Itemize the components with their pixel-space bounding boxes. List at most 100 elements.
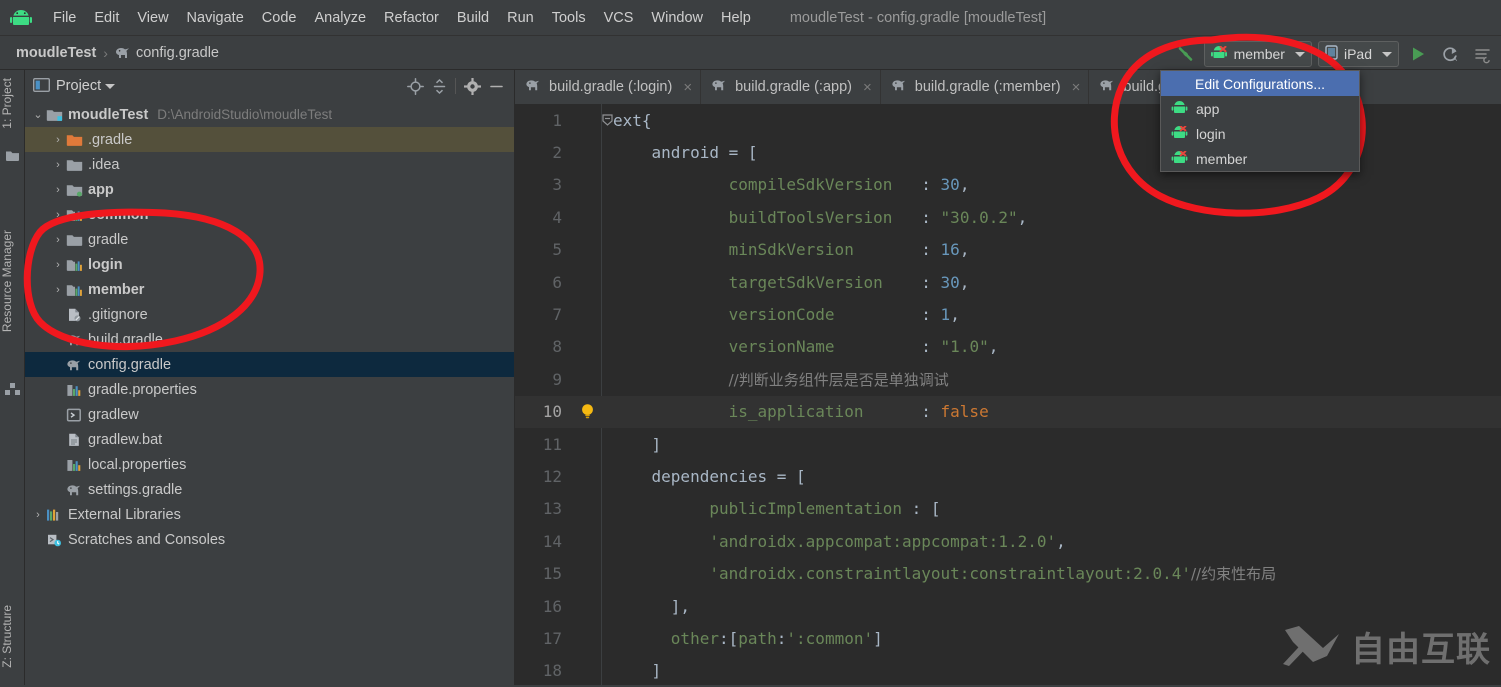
expand-arrow-icon[interactable]: › bbox=[51, 284, 65, 296]
chevron-down-icon[interactable] bbox=[1295, 52, 1305, 57]
expand-arrow-icon[interactable]: › bbox=[51, 259, 65, 271]
code-line[interactable]: 4 buildToolsVersion : "30.0.2", bbox=[515, 201, 1501, 233]
menu-item-edit[interactable]: Edit bbox=[85, 6, 128, 30]
locate-icon[interactable] bbox=[403, 74, 427, 98]
tree-row--gradle[interactable]: ›.gradle bbox=[25, 127, 514, 152]
code-line-text: is_application : false bbox=[613, 402, 989, 421]
intention-bulb-icon[interactable] bbox=[573, 403, 601, 420]
code-line-text: 'androidx.constraintlayout:constraintlay… bbox=[613, 563, 1276, 584]
editor-tab[interactable]: build.gradle (:login)× bbox=[515, 70, 701, 104]
close-icon[interactable]: × bbox=[1072, 79, 1081, 96]
tree-row-gradlew-bat[interactable]: gradlew.bat bbox=[25, 427, 514, 452]
menu-item-analyze[interactable]: Analyze bbox=[305, 6, 375, 30]
tool-button-structure[interactable]: Z: Structure bbox=[0, 605, 25, 668]
line-number: 6 bbox=[515, 273, 573, 292]
menu-item-edit-configurations[interactable]: Edit Configurations... bbox=[1161, 71, 1359, 96]
code-line[interactable]: 14 'androidx.appcompat:appcompat:1.2.0', bbox=[515, 525, 1501, 557]
line-number: 16 bbox=[515, 597, 573, 616]
code-editor[interactable]: 1ext{2 android = [3 compileSdkVersion : … bbox=[515, 104, 1501, 685]
tree-row-gradlew[interactable]: gradlew bbox=[25, 402, 514, 427]
minimize-icon[interactable] bbox=[484, 74, 508, 98]
menu-item-member[interactable]: member bbox=[1161, 146, 1359, 171]
collapse-all-icon[interactable] bbox=[427, 74, 451, 98]
tool-button-resource-manager[interactable]: Resource Manager bbox=[0, 230, 25, 332]
chevron-down-icon[interactable] bbox=[105, 84, 115, 89]
module-lib-icon bbox=[65, 208, 83, 222]
breadcrumb-file[interactable]: config.gradle bbox=[136, 45, 219, 61]
tree-row-settings-gradle[interactable]: settings.gradle bbox=[25, 477, 514, 502]
run-configuration-selector[interactable]: member bbox=[1204, 41, 1312, 67]
code-line[interactable]: 12 dependencies = [ bbox=[515, 460, 1501, 492]
menu-bar: File Edit View Navigate Code Analyze Ref… bbox=[0, 0, 1501, 36]
hammer-icon[interactable] bbox=[1172, 41, 1198, 67]
module-lib-icon bbox=[65, 258, 83, 272]
code-line[interactable]: 11 ] bbox=[515, 428, 1501, 460]
code-line[interactable]: 3 compileSdkVersion : 30, bbox=[515, 169, 1501, 201]
run-more-icon[interactable] bbox=[1469, 41, 1495, 67]
tree-row-local-properties[interactable]: local.properties bbox=[25, 452, 514, 477]
tree-row--gitignore[interactable]: .gitignore bbox=[25, 302, 514, 327]
close-icon[interactable]: × bbox=[683, 79, 692, 96]
tree-row-member[interactable]: ›member bbox=[25, 277, 514, 302]
window-title: moudleTest - config.gradle [moudleTest] bbox=[790, 10, 1046, 26]
expand-arrow-icon[interactable]: ⌄ bbox=[31, 108, 45, 121]
tool-button-project[interactable]: 1: Project bbox=[0, 78, 25, 129]
chevron-down-icon[interactable] bbox=[1382, 52, 1392, 57]
expand-arrow-icon[interactable]: › bbox=[51, 159, 65, 171]
breadcrumb-project[interactable]: moudleTest bbox=[16, 45, 96, 61]
code-line[interactable]: 15 'androidx.constraintlayout:constraint… bbox=[515, 557, 1501, 589]
project-view-icon bbox=[33, 78, 50, 95]
expand-arrow-icon[interactable]: › bbox=[51, 184, 65, 196]
tree-row-common[interactable]: ›common bbox=[25, 202, 514, 227]
editor-tab[interactable]: build.gradle (:member)× bbox=[881, 70, 1090, 104]
tree-row-gradle-properties[interactable]: gradle.properties bbox=[25, 377, 514, 402]
menu-item-refactor[interactable]: Refactor bbox=[375, 6, 448, 30]
menu-item-tools[interactable]: Tools bbox=[543, 6, 595, 30]
code-line[interactable]: 7 versionCode : 1, bbox=[515, 298, 1501, 330]
android-logo-icon bbox=[8, 5, 34, 31]
tree-row-label: gradlew bbox=[88, 407, 139, 423]
tree-row-scratches-and-consoles[interactable]: Scratches and Consoles bbox=[25, 527, 514, 552]
apply-changes-icon[interactable]: A bbox=[1437, 41, 1463, 67]
tree-row-label: login bbox=[88, 257, 123, 273]
menu-item-vcs[interactable]: VCS bbox=[595, 6, 643, 30]
editor-tab[interactable]: build.gradle (:app)× bbox=[701, 70, 881, 104]
code-line[interactable]: 16 ], bbox=[515, 590, 1501, 622]
line-number: 2 bbox=[515, 143, 573, 162]
tree-row-build-gradle[interactable]: build.gradle bbox=[25, 327, 514, 352]
menu-item-code[interactable]: Code bbox=[253, 6, 306, 30]
menu-item-file[interactable]: File bbox=[44, 6, 85, 30]
menu-item-app[interactable]: app bbox=[1161, 96, 1359, 121]
run-play-icon[interactable] bbox=[1405, 41, 1431, 67]
expand-arrow-icon[interactable]: › bbox=[31, 509, 45, 521]
code-line[interactable]: 5 minSdkVersion : 16, bbox=[515, 234, 1501, 266]
close-icon[interactable]: × bbox=[863, 79, 872, 96]
menu-item-window[interactable]: Window bbox=[642, 6, 712, 30]
code-line[interactable]: 6 targetSdkVersion : 30, bbox=[515, 266, 1501, 298]
code-line[interactable]: 10 is_application : false bbox=[515, 396, 1501, 428]
expand-arrow-icon[interactable]: › bbox=[51, 134, 65, 146]
tree-row-login[interactable]: › login bbox=[25, 252, 514, 277]
tree-row-external-libraries[interactable]: ›External Libraries bbox=[25, 502, 514, 527]
gear-icon[interactable] bbox=[460, 74, 484, 98]
tree-row-moudletest[interactable]: ⌄moudleTestD:\AndroidStudio\moudleTest bbox=[25, 102, 514, 127]
menu-item-run[interactable]: Run bbox=[498, 6, 543, 30]
tree-row--idea[interactable]: ›.idea bbox=[25, 152, 514, 177]
code-line[interactable]: 8 versionName : "1.0", bbox=[515, 331, 1501, 363]
menu-item-login[interactable]: login bbox=[1161, 121, 1359, 146]
menu-item-build[interactable]: Build bbox=[448, 6, 498, 30]
menu-item-view[interactable]: View bbox=[128, 6, 177, 30]
expand-arrow-icon[interactable]: › bbox=[51, 234, 65, 246]
code-line-text: targetSdkVersion : 30, bbox=[613, 273, 969, 292]
code-line[interactable]: 13 publicImplementation : [ bbox=[515, 493, 1501, 525]
menu-item-navigate[interactable]: Navigate bbox=[178, 6, 253, 30]
device-selector[interactable]: iPad bbox=[1318, 41, 1399, 67]
menu-item-help[interactable]: Help bbox=[712, 6, 760, 30]
tree-row-app[interactable]: ›app bbox=[25, 177, 514, 202]
expand-arrow-icon[interactable]: › bbox=[51, 209, 65, 221]
tree-row-config-gradle[interactable]: config.gradle bbox=[25, 352, 514, 377]
fold-toggle-icon[interactable] bbox=[601, 114, 613, 126]
code-line[interactable]: 9 //判断业务组件层是否是单独调试 bbox=[515, 363, 1501, 395]
folder-icon bbox=[65, 233, 83, 247]
tree-row-gradle[interactable]: ›gradle bbox=[25, 227, 514, 252]
